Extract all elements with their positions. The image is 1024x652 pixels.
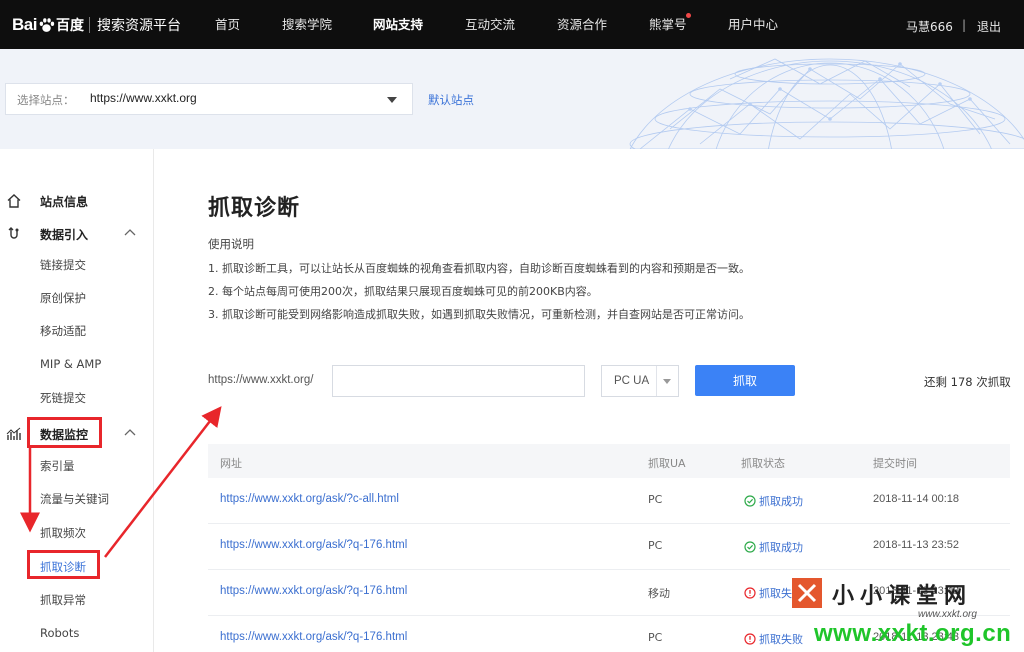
sidebar-item-mip-amp[interactable]: MIP & AMP bbox=[40, 357, 101, 371]
row-status-label: 抓取成功 bbox=[759, 495, 803, 508]
column-header-time: 提交时间 bbox=[873, 457, 917, 470]
check-circle-icon bbox=[744, 541, 756, 553]
nav-search-academy[interactable]: 搜索学院 bbox=[282, 17, 332, 33]
watermark-logo-icon bbox=[792, 578, 822, 608]
ua-select-value: PC UA bbox=[614, 375, 650, 387]
row-url-link[interactable]: https://www.xxkt.org/ask/?q-176.html bbox=[220, 585, 407, 597]
usage-title: 使用说明 bbox=[208, 237, 254, 251]
caret-down-icon[interactable] bbox=[387, 97, 397, 103]
chart-icon bbox=[6, 427, 21, 440]
fetch-button[interactable]: 抓取 bbox=[695, 365, 795, 396]
sidebar-item-link-submit[interactable]: 链接提交 bbox=[40, 257, 86, 273]
nav-user-center[interactable]: 用户中心 bbox=[728, 17, 778, 33]
alert-circle-icon bbox=[744, 587, 756, 599]
row-status-label: 抓取成功 bbox=[759, 541, 803, 554]
watermark-title: 小小课堂网 bbox=[832, 584, 973, 609]
watermark-subtitle: www.xxkt.org bbox=[918, 609, 977, 620]
chevron-up-icon[interactable] bbox=[123, 427, 137, 437]
user-name[interactable]: 马慧666 bbox=[906, 18, 953, 35]
row-url-link[interactable]: https://www.xxkt.org/ask/?q-176.html bbox=[220, 631, 407, 643]
url-path-input[interactable] bbox=[332, 365, 585, 397]
sidebar-item-mobile-adapt[interactable]: 移动适配 bbox=[40, 323, 86, 339]
row-status[interactable]: 抓取失败 bbox=[744, 631, 803, 647]
logo-du-text: 百度 bbox=[55, 18, 84, 34]
url-prefix: https://www.xxkt.org/ bbox=[208, 374, 314, 386]
row-time: 2018-11-13 23:52 bbox=[873, 539, 960, 551]
nav-interaction[interactable]: 互动交流 bbox=[465, 17, 515, 33]
page-title: 抓取诊断 bbox=[208, 196, 301, 221]
sidebar-group-label: 数据引入 bbox=[40, 228, 89, 242]
ua-select-divider bbox=[656, 366, 657, 396]
nav-bear-paw[interactable]: 熊掌号 bbox=[649, 17, 687, 33]
column-header-url: 网址 bbox=[220, 457, 242, 470]
table-row: https://www.xxkt.org/ask/?c-all.html PC … bbox=[208, 478, 1010, 524]
ua-select[interactable]: PC UA bbox=[601, 365, 679, 397]
sidebar-item-traffic-keywords[interactable]: 流量与关键词 bbox=[40, 491, 109, 507]
row-ua: PC bbox=[648, 539, 663, 552]
row-url-link[interactable]: https://www.xxkt.org/ask/?c-all.html bbox=[220, 493, 399, 505]
sidebar: 站点信息 数据引入 链接提交 原创保护 移动适配 MIP & AMP 死链提交 … bbox=[0, 149, 154, 652]
table-row: https://www.xxkt.org/ask/?q-176.html PC … bbox=[208, 524, 1010, 570]
row-time: 2018-11-14 00:18 bbox=[873, 493, 960, 505]
chevron-up-icon[interactable] bbox=[123, 227, 137, 237]
row-ua: 移动 bbox=[648, 587, 670, 600]
nav-site-support[interactable]: 网站支持 bbox=[373, 17, 423, 33]
nav-resource-cooperation[interactable]: 资源合作 bbox=[557, 17, 607, 33]
row-status[interactable]: 抓取成功 bbox=[744, 539, 803, 555]
usage-line: 2. 每个站点每周可使用200次，抓取结果只展现百度蜘蛛可见的前200KB内容。 bbox=[208, 285, 598, 298]
logo-bai-text: Bai bbox=[12, 15, 37, 34]
site-banner: 选择站点： https://www.xxkt.org 默认站点 bbox=[0, 49, 1024, 149]
logo-divider bbox=[89, 17, 90, 33]
usage-line: 3. 抓取诊断可能受到网络影响造成抓取失败，如遇到抓取失败情况，可重新检测，并自… bbox=[208, 308, 750, 321]
row-status-label: 抓取失败 bbox=[759, 633, 803, 646]
sidebar-group-site-info[interactable]: 站点信息 bbox=[0, 187, 154, 215]
sidebar-item-original-protection[interactable]: 原创保护 bbox=[40, 290, 86, 306]
sidebar-item-dead-link-submit[interactable]: 死链提交 bbox=[40, 390, 86, 406]
sidebar-group-data-import[interactable]: 数据引入 bbox=[0, 220, 154, 248]
home-icon bbox=[7, 194, 21, 208]
user-separator: | bbox=[962, 18, 967, 32]
globe-network-graphic bbox=[629, 58, 1024, 149]
default-site-link[interactable]: 默认站点 bbox=[428, 92, 474, 108]
row-url-link[interactable]: https://www.xxkt.org/ask/?q-176.html bbox=[220, 539, 407, 551]
row-ua: PC bbox=[648, 493, 663, 506]
data-import-icon bbox=[8, 227, 19, 239]
logout-link[interactable]: 退出 bbox=[977, 18, 1001, 35]
table-header: 网址 抓取UA 抓取状态 提交时间 bbox=[208, 444, 1010, 478]
usage-line: 1. 抓取诊断工具，可以让站长从百度蜘蛛的视角查看抓取内容，自助诊断百度蜘蛛看到… bbox=[208, 262, 750, 275]
sidebar-item-crawl-errors[interactable]: 抓取异常 bbox=[40, 592, 86, 608]
annotation-highlight-box bbox=[27, 417, 102, 448]
site-select-value: https://www.xxkt.org bbox=[90, 91, 197, 105]
notification-dot bbox=[686, 13, 691, 18]
top-nav-bar: Bai 百度 搜索资源平台 首页 搜索学院 网站支持 互动交流 资源合作 熊掌号… bbox=[0, 0, 1024, 49]
platform-title: 搜索资源平台 bbox=[97, 18, 181, 34]
sidebar-group-label: 站点信息 bbox=[40, 195, 89, 209]
column-header-ua: 抓取UA bbox=[648, 457, 686, 470]
watermark-url: www.xxkt.org.cn bbox=[814, 620, 1012, 647]
alert-circle-icon bbox=[744, 633, 756, 645]
baidu-logo[interactable]: Bai 百度 bbox=[12, 14, 84, 36]
annotation-highlight-box bbox=[27, 550, 100, 579]
sidebar-item-index-count[interactable]: 索引量 bbox=[40, 458, 75, 474]
check-circle-icon bbox=[744, 495, 756, 507]
remaining-count: 还剩 178 次抓取 bbox=[924, 375, 1011, 389]
sidebar-item-crawl-frequency[interactable]: 抓取频次 bbox=[40, 525, 86, 541]
paw-icon bbox=[39, 17, 55, 32]
column-header-status: 抓取状态 bbox=[741, 457, 785, 470]
nav-home[interactable]: 首页 bbox=[215, 17, 240, 33]
site-select[interactable]: 选择站点： https://www.xxkt.org bbox=[5, 83, 413, 115]
caret-down-icon[interactable] bbox=[663, 379, 671, 384]
sidebar-item-robots[interactable]: Robots bbox=[40, 626, 79, 640]
site-select-label: 选择站点： bbox=[17, 93, 75, 107]
row-ua: PC bbox=[648, 631, 663, 644]
row-status[interactable]: 抓取成功 bbox=[744, 493, 803, 509]
